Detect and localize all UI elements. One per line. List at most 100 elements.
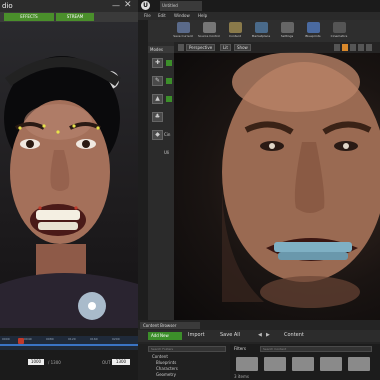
3d-viewport[interactable]: Perspective Lit Show <box>174 42 380 320</box>
out-label: OUT <box>102 360 111 365</box>
lit-button[interactable]: Lit <box>220 44 231 51</box>
toolbar-label: Marketplace <box>251 34 271 38</box>
face-capture-video[interactable] <box>0 22 138 328</box>
ruler-tick: 0160 <box>90 337 98 341</box>
viewport-toolbar: Perspective Lit Show <box>174 42 380 53</box>
capture-window-title: dio <box>2 2 13 10</box>
import-button[interactable]: Import <box>188 332 205 338</box>
folder-tree: Search Folders Content Blueprints Charac… <box>138 344 230 380</box>
content-path-breadcrumb[interactable]: Content <box>284 332 304 338</box>
level-tab[interactable]: Untitled <box>160 1 202 11</box>
toolbar-label: Content <box>229 34 241 38</box>
editor-side-strip <box>138 20 148 320</box>
tree-item[interactable]: Content <box>152 354 168 359</box>
tab-effects[interactable]: EFFECTS <box>4 13 54 21</box>
save-all-button[interactable]: Save All <box>220 332 240 338</box>
asset-view: Filters Search Content 3 items <box>230 344 380 380</box>
toolbar-label: Blueprints <box>305 34 321 38</box>
folder-search-input[interactable]: Search Folders <box>148 346 226 352</box>
capture-app-window: dio — ✕ EFFECTS STREAM 0000 0040 0080 01… <box>0 0 138 380</box>
grid-icon[interactable] <box>350 44 356 51</box>
tree-item[interactable]: Blueprints <box>156 360 176 365</box>
ruler-tick: 0200 <box>112 337 120 341</box>
content-button[interactable]: Content <box>224 21 246 41</box>
timeline-panel: 0000 0040 0080 0120 0160 0200 1000 / 130… <box>0 328 138 380</box>
save-icon <box>176 22 190 33</box>
perspective-button[interactable]: Perspective <box>186 44 216 51</box>
toolbar-label: Source Control <box>198 34 221 38</box>
foliage-mode-icon[interactable]: ♣ <box>152 112 163 122</box>
menu-file[interactable]: File <box>144 13 151 18</box>
modes-panel: Modes ✚ ✎ ▲ ♣ ◆ Cin Uli <box>148 42 174 320</box>
add-new-button[interactable]: Add New <box>148 332 182 340</box>
blueprints-button[interactable]: Blueprints <box>302 21 324 41</box>
landscape-mode-icon[interactable]: ▲ <box>152 94 163 104</box>
paint-mode-icon[interactable]: ✎ <box>152 76 163 86</box>
ruler-tick: 0040 <box>24 337 32 341</box>
digital-human-render <box>221 52 380 308</box>
mode-indicator <box>166 96 172 102</box>
forward-arrow-icon[interactable]: ▶ <box>266 332 270 338</box>
place-mode-icon[interactable]: ✚ <box>152 58 163 68</box>
mode-indicator <box>166 60 172 66</box>
transform-icon[interactable] <box>334 44 340 51</box>
marketplace-icon <box>254 22 268 33</box>
settings-icon <box>280 22 294 33</box>
source-control-button[interactable]: Source Control <box>198 21 220 41</box>
mode-indicator <box>166 78 172 84</box>
item-count-label: 3 items <box>234 374 249 379</box>
ruler-tick: 0080 <box>46 337 54 341</box>
folder-icon[interactable] <box>264 357 286 371</box>
asset-search-input[interactable]: Search Content <box>260 346 372 352</box>
folder-icon[interactable] <box>236 357 258 371</box>
scale-icon[interactable] <box>366 44 372 51</box>
content-browser-tab[interactable]: Content Browser <box>140 322 200 329</box>
snap-icon[interactable] <box>342 44 348 51</box>
toolbar-label: Cinematics <box>330 34 348 38</box>
timeline-track[interactable] <box>0 344 138 346</box>
main-toolbar: Save Current Source Control Content Mark… <box>148 20 380 42</box>
toolbar-label: Settings <box>280 34 294 38</box>
source-control-icon <box>202 22 216 33</box>
tree-item[interactable]: Characters <box>156 366 178 371</box>
tree-item[interactable]: Geometry <box>156 372 176 377</box>
content-browser-toolbar: Add New Import Save All ◀ ▶ Content <box>138 330 380 342</box>
menu-edit[interactable]: Edit <box>158 13 166 18</box>
playhead-handle[interactable] <box>18 338 24 344</box>
menu-bar: File Edit Window Help <box>138 12 380 20</box>
minimize-icon[interactable]: — <box>112 1 120 10</box>
mode-label: Cin <box>164 132 171 137</box>
filters-button[interactable]: Filters <box>234 346 246 351</box>
current-frame-field[interactable]: 1000 <box>28 359 44 365</box>
close-icon[interactable]: ✕ <box>124 0 132 10</box>
folder-icon[interactable] <box>320 357 342 371</box>
settings-button[interactable]: Settings <box>276 21 298 41</box>
blueprints-icon <box>306 22 320 33</box>
ruler-tick: 0000 <box>2 337 10 341</box>
ruler-tick: 0120 <box>68 337 76 341</box>
save-current-button[interactable]: Save Current <box>172 21 194 41</box>
geometry-mode-icon[interactable]: ◆ <box>152 130 163 140</box>
toolbar-label: Save Current <box>173 34 193 38</box>
engine-editor-window: U Untitled File Edit Window Help Save Cu… <box>138 0 380 380</box>
folder-icon[interactable] <box>348 357 370 371</box>
frame-total-label: / 1300 <box>48 360 61 365</box>
modes-tab[interactable]: Modes <box>148 46 174 53</box>
viewport-menu-icon[interactable] <box>178 44 184 51</box>
back-arrow-icon[interactable]: ◀ <box>258 332 262 338</box>
engine-logo-icon: U <box>141 1 150 10</box>
cinematics-icon <box>332 22 346 33</box>
content-browser-panel: Content Browser Add New Import Save All … <box>138 320 380 380</box>
tab-stream[interactable]: STREAM <box>56 13 94 21</box>
out-frame-field[interactable]: 1300 <box>112 359 130 365</box>
marketplace-button[interactable]: Marketplace <box>250 21 272 41</box>
editor-titlebar: U Untitled <box>138 0 380 12</box>
show-button[interactable]: Show <box>234 44 251 51</box>
performer-face-image <box>0 56 138 328</box>
capture-tab-bar: EFFECTS STREAM <box>0 12 138 22</box>
cinematics-button[interactable]: Cinematics <box>328 21 350 41</box>
menu-help[interactable]: Help <box>198 13 207 18</box>
menu-window[interactable]: Window <box>174 13 190 18</box>
rotation-icon[interactable] <box>358 44 364 51</box>
folder-icon[interactable] <box>292 357 314 371</box>
